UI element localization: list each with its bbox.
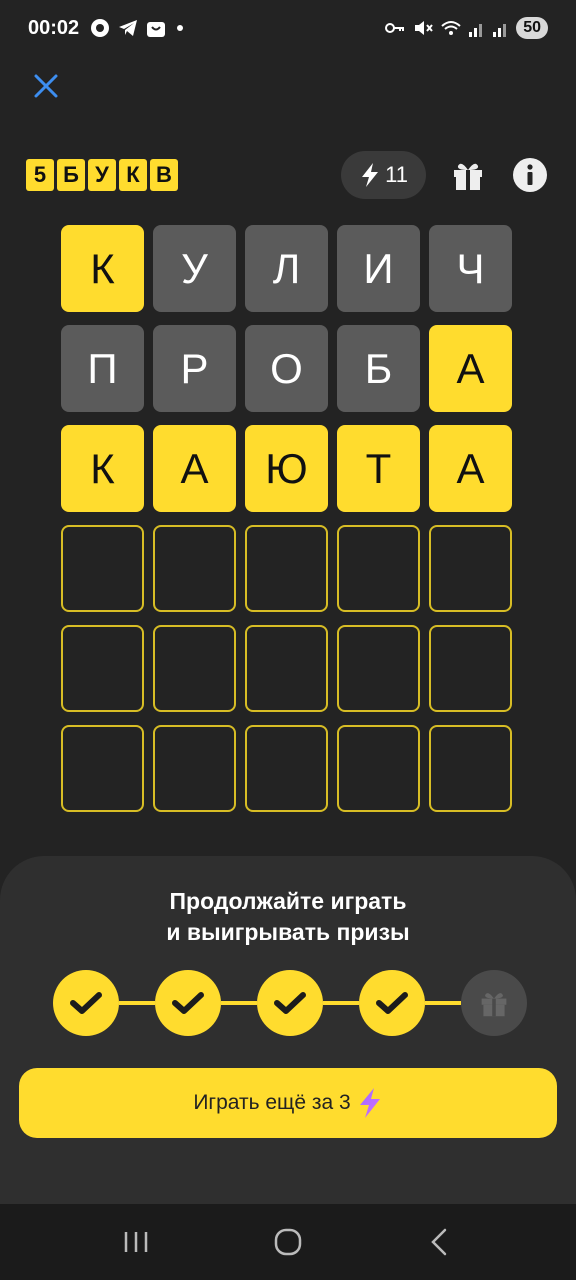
back-button[interactable] [410, 1217, 470, 1267]
signal-icon [469, 24, 483, 37]
home-icon [274, 1228, 302, 1256]
letter-tile [153, 725, 236, 812]
gift-icon [454, 163, 482, 190]
letter-tile [153, 625, 236, 712]
logo-letter: У [88, 159, 116, 191]
letter-tile [245, 625, 328, 712]
letter-tile: И [337, 225, 420, 312]
board-row: ПРОБА [61, 325, 515, 412]
back-icon [431, 1228, 447, 1256]
top-actions: 11 [341, 151, 550, 199]
lightning-icon [359, 1088, 380, 1118]
wifi-icon [441, 21, 461, 35]
lightning-icon [362, 163, 379, 187]
progress-step-done [359, 970, 425, 1036]
dot-icon [177, 25, 184, 31]
logo-letter: К [119, 159, 147, 191]
logo-letter: Б [57, 159, 85, 191]
letter-tile [245, 525, 328, 612]
letter-tile [61, 625, 144, 712]
progress-step-done [257, 970, 323, 1036]
progress-connector [425, 1001, 461, 1005]
logo-letter: В [150, 159, 178, 191]
progress-connector [323, 1001, 359, 1005]
energy-count: 11 [385, 162, 408, 187]
prize-progress [53, 970, 527, 1036]
top-row: 5 Б У К В 11 [26, 150, 550, 200]
board-row [61, 525, 515, 612]
game-board: КУЛИЧПРОБАКАЮТА [61, 225, 515, 825]
energy-counter[interactable]: 11 [341, 151, 426, 199]
letter-tile [429, 725, 512, 812]
mute-icon [415, 21, 433, 35]
game-logo: 5 Б У К В [26, 159, 178, 191]
close-button[interactable] [28, 68, 64, 104]
settings-icon [91, 19, 110, 37]
progress-step-done [155, 970, 221, 1036]
info-icon [513, 158, 547, 192]
check-icon [376, 992, 408, 1014]
letter-tile: А [153, 425, 236, 512]
recent-apps-button[interactable] [106, 1217, 166, 1267]
letter-tile: У [153, 225, 236, 312]
status-left-icons [89, 17, 187, 39]
check-icon [172, 992, 204, 1014]
key-icon [385, 23, 405, 33]
letter-tile [61, 525, 144, 612]
letter-tile: Б [337, 325, 420, 412]
board-row: КАЮТА [61, 425, 515, 512]
battery-indicator: 50 [516, 17, 548, 39]
gift-button[interactable] [448, 155, 488, 195]
sheet-title: Продолжайте играть и выигрывать призы [0, 886, 576, 948]
shopping-bag-icon [147, 22, 166, 37]
bottom-sheet: Продолжайте играть и выигрывать призы Иг… [0, 856, 576, 1204]
play-again-label: Играть ещё за 3 [193, 1091, 351, 1114]
close-icon [34, 74, 58, 98]
status-right-icons: 50 [384, 17, 548, 39]
letter-tile: А [429, 425, 512, 512]
system-nav-bar [0, 1204, 576, 1280]
letter-tile: К [61, 225, 144, 312]
signal-icon [493, 24, 507, 37]
letter-tile: Ю [245, 425, 328, 512]
check-icon [70, 992, 102, 1014]
letter-tile [61, 725, 144, 812]
logo-letter: 5 [26, 159, 54, 191]
letter-tile [245, 725, 328, 812]
letter-tile: А [429, 325, 512, 412]
gift-icon [481, 993, 507, 1017]
sheet-title-line1: Продолжайте играть [169, 888, 407, 914]
letter-tile [429, 625, 512, 712]
progress-connector [119, 1001, 155, 1005]
letter-tile: П [61, 325, 144, 412]
letter-tile [337, 525, 420, 612]
telegram-icon [119, 20, 138, 36]
sheet-title-line2: и выигрывать призы [166, 919, 410, 945]
status-time: 00:02 [28, 16, 80, 39]
letter-tile: К [61, 425, 144, 512]
board-row [61, 625, 515, 712]
status-bar: 00:02 50 [0, 0, 576, 56]
letter-tile [153, 525, 236, 612]
check-icon [274, 992, 306, 1014]
letter-tile [429, 525, 512, 612]
home-button[interactable] [258, 1217, 318, 1267]
play-again-button[interactable]: Играть ещё за 3 [19, 1068, 557, 1138]
letter-tile [337, 625, 420, 712]
board-row [61, 725, 515, 812]
board-row: КУЛИЧ [61, 225, 515, 312]
letter-tile: Л [245, 225, 328, 312]
letter-tile: Ч [429, 225, 512, 312]
letter-tile [337, 725, 420, 812]
recent-apps-icon [124, 1232, 148, 1252]
progress-step-gift [461, 970, 527, 1036]
letter-tile: Р [153, 325, 236, 412]
progress-connector [221, 1001, 257, 1005]
letter-tile: Т [337, 425, 420, 512]
info-button[interactable] [510, 155, 550, 195]
progress-step-done [53, 970, 119, 1036]
letter-tile: О [245, 325, 328, 412]
